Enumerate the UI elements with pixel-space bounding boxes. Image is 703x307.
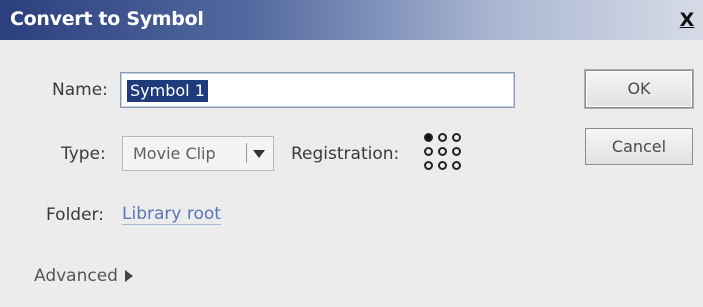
registration-point-middle-left[interactable]	[424, 147, 433, 156]
registration-point-bottom-right[interactable]	[452, 161, 461, 170]
dialog-title: Convert to Symbol	[10, 8, 204, 30]
advanced-toggle[interactable]: Advanced	[34, 266, 118, 286]
registration-point-bottom-center[interactable]	[438, 161, 447, 170]
type-label: Type:	[61, 144, 106, 164]
name-input-value[interactable]: Symbol 1	[127, 80, 208, 102]
type-dropdown-value: Movie Clip	[133, 144, 216, 163]
convert-to-symbol-dialog: Convert to Symbol X Name: Symbol 1 Type:…	[0, 0, 703, 307]
registration-point-top-right[interactable]	[452, 133, 461, 142]
registration-point-top-left[interactable]	[424, 133, 433, 142]
registration-point-center[interactable]	[438, 147, 447, 156]
type-dropdown[interactable]: Movie Clip	[122, 136, 274, 171]
name-label: Name:	[52, 80, 108, 100]
folder-label: Folder:	[46, 205, 104, 225]
title-bar: Convert to Symbol X	[0, 0, 703, 40]
close-button[interactable]: X	[675, 9, 699, 31]
registration-point-bottom-left[interactable]	[424, 161, 433, 170]
registration-label: Registration:	[291, 144, 400, 164]
registration-point-middle-right[interactable]	[452, 147, 461, 156]
registration-point-top-center[interactable]	[438, 133, 447, 142]
name-input[interactable]: Symbol 1	[120, 72, 515, 108]
expand-arrow-icon[interactable]	[125, 270, 133, 282]
cancel-button[interactable]: Cancel	[585, 128, 693, 165]
ok-button[interactable]: OK	[585, 70, 693, 108]
registration-grid[interactable]	[422, 131, 464, 173]
library-root-link[interactable]: Library root	[122, 204, 221, 225]
dropdown-separator	[246, 143, 247, 163]
chevron-down-icon[interactable]	[253, 150, 265, 158]
